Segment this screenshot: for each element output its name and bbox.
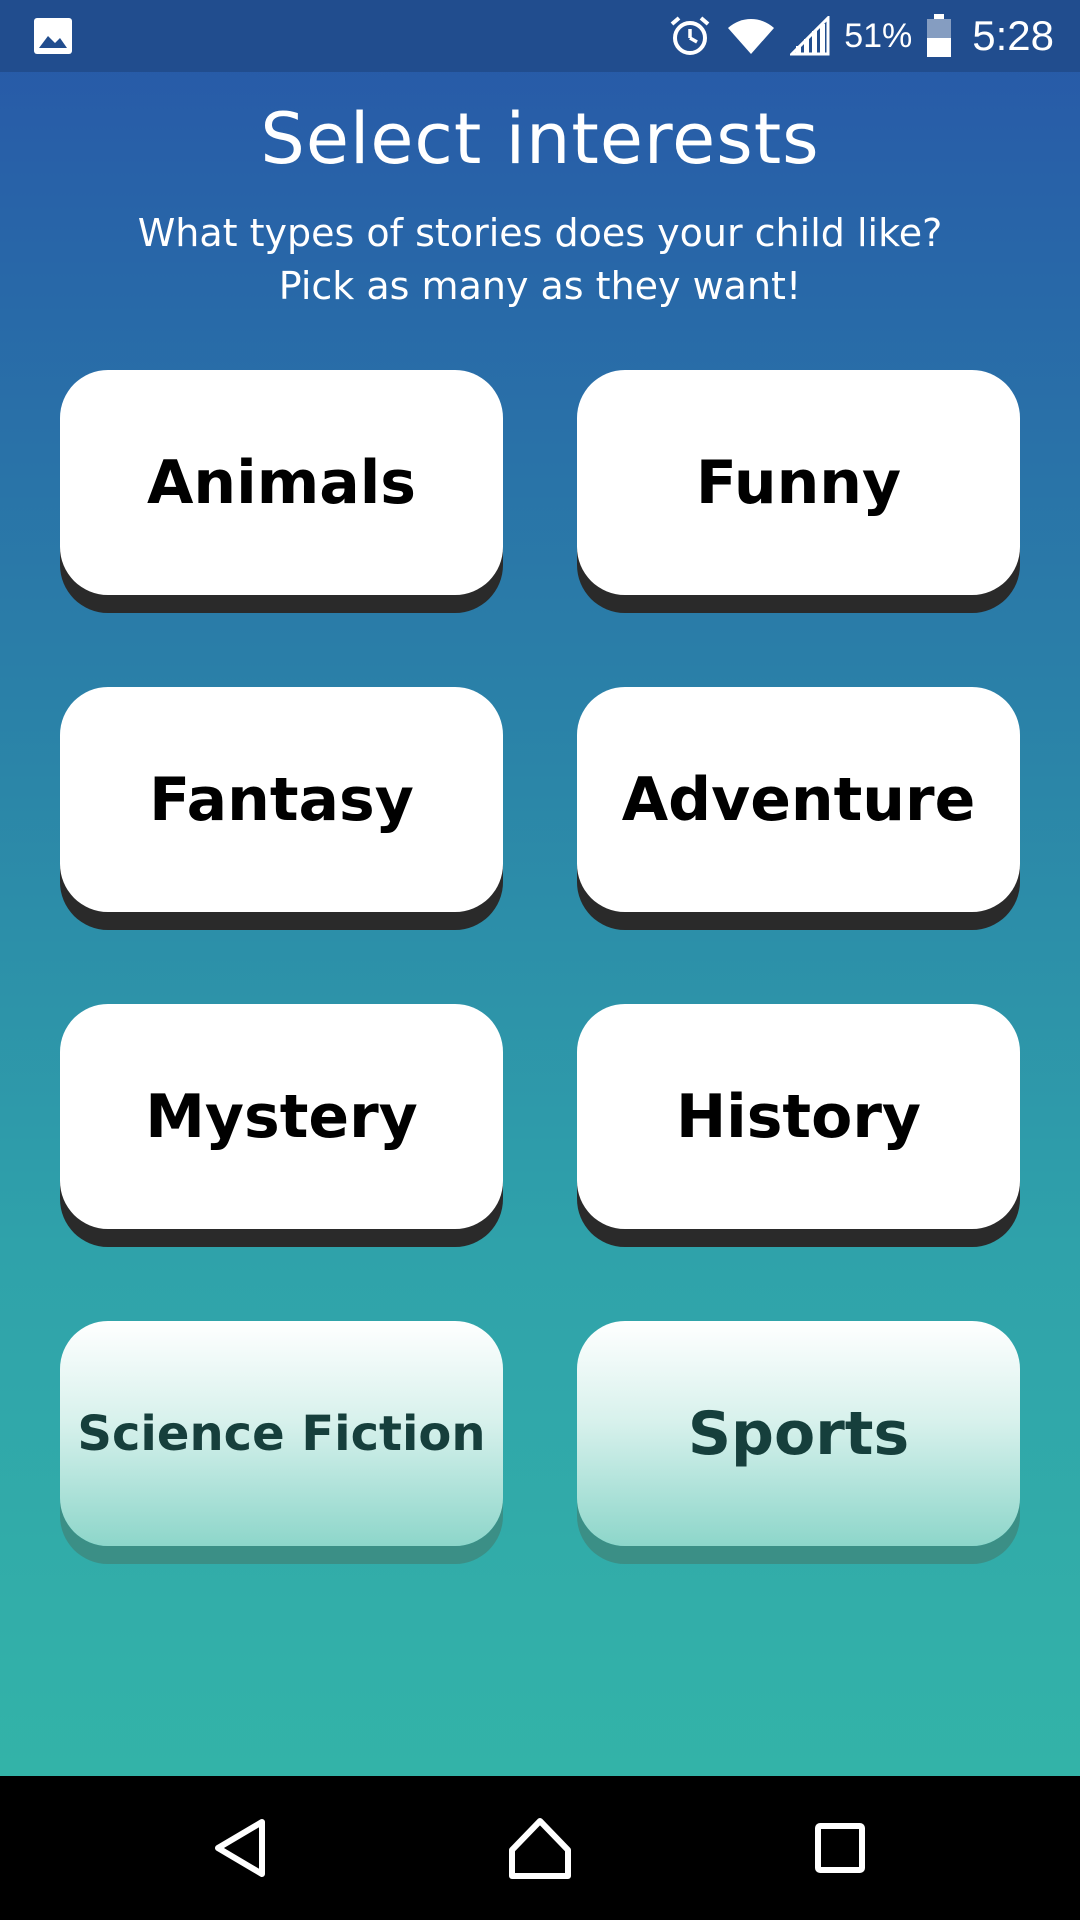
interest-label: Mystery [145,1081,418,1152]
interest-mystery-button[interactable]: Mystery [60,1004,503,1229]
page-title: Select interests [260,98,820,180]
navigation-bar [0,1776,1080,1920]
interest-label: Sports [687,1398,910,1469]
recents-button[interactable] [800,1808,880,1888]
home-button[interactable] [500,1808,580,1888]
status-bar: 51% 5:28 [0,0,1080,72]
battery-percent: 51% [844,16,913,55]
interest-history-button[interactable]: History [577,1004,1020,1229]
status-clock: 5:28 [972,12,1054,59]
interest-label: Fantasy [149,764,414,835]
interest-label: Adventure [621,764,976,835]
battery-icon [927,14,952,57]
interest-label: Animals [146,447,416,518]
interests-grid: Animals Funny Fantasy Adventure Mystery … [60,370,1020,1546]
alarm-icon [670,16,710,55]
interest-label: Funny [695,447,902,518]
interest-sports-button[interactable]: Sports [577,1321,1020,1546]
back-icon [215,1819,265,1877]
page-subtitle: What types of stories does your child li… [0,207,1080,313]
interest-label: Science Fiction [77,1405,486,1462]
back-button[interactable] [200,1808,280,1888]
interests-screen: 51% 5:28 Select interests What types of … [0,0,1080,1920]
subtitle-line-2: Pick as many as they want! [278,264,802,308]
subtitle-line-1: What types of stories does your child li… [137,211,943,255]
home-icon [509,1818,571,1879]
interest-funny-button[interactable]: Funny [577,370,1020,595]
image-icon [34,18,72,54]
interest-label: History [675,1081,922,1152]
signal-icon [790,16,830,56]
wifi-icon [728,19,775,54]
recents-icon [815,1823,865,1873]
interest-science-fiction-button[interactable]: Science Fiction [60,1321,503,1546]
status-icons: 51% 5:28 [668,0,1054,72]
interest-adventure-button[interactable]: Adventure [577,687,1020,912]
interest-fantasy-button[interactable]: Fantasy [60,687,503,912]
interest-animals-button[interactable]: Animals [60,370,503,595]
